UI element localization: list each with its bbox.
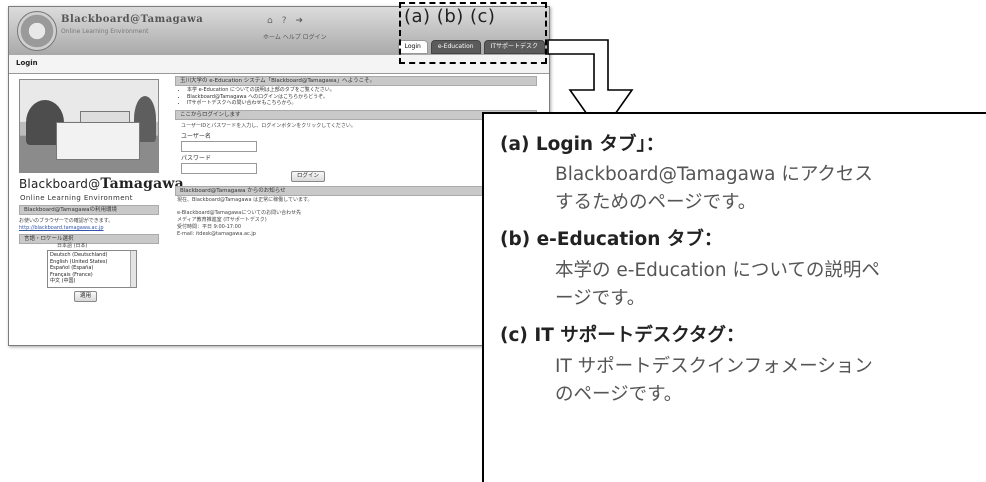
language-listbox[interactable]: Deutsch (Deutschland) English (United St… xyxy=(47,250,137,288)
login-button[interactable]: ログイン xyxy=(291,171,326,182)
callout-b-heading: (b) e-Education タブ： xyxy=(500,229,723,250)
env-note: お使いのブラウザーでの確認ができます。 xyxy=(19,218,114,224)
callout-b-text: ージです。 xyxy=(555,288,646,309)
username-label: ユーザー名 xyxy=(181,133,211,140)
help-icon[interactable]: ? xyxy=(282,16,287,26)
contact-email: E-mail: itdesk@tamagawa.ac.jp xyxy=(177,231,256,237)
home-icon[interactable]: ⌂ xyxy=(267,16,273,26)
password-label: パスワード xyxy=(181,155,212,162)
password-field[interactable] xyxy=(181,163,257,174)
language-option[interactable]: 中文 (中国) xyxy=(50,278,134,285)
callout-c-heading: (c) IT サポートデスクタグ： xyxy=(500,325,745,346)
site-brand: Blackboard@Tamagawa xyxy=(61,14,204,25)
language-bar: 言語・ロケール選択 xyxy=(19,234,159,244)
campus-photo xyxy=(19,79,159,173)
callout-b-text: 本学の e-Education についての説明ペ xyxy=(555,260,880,281)
welcome-bar: 玉川大学の e-Education システム「Blackboard@Tamaga… xyxy=(175,76,537,86)
blackboard-tamagawa-logo: Blackboard@Tamagawa xyxy=(19,176,184,192)
usage-env-bar: Blackboard@Tamagawaの利用環境 xyxy=(19,205,159,215)
top-icons: ⌂ ? ➜ xyxy=(267,16,303,26)
logo-subtitle: Online Learning Environment xyxy=(20,194,133,202)
callout-markers: (a) (b) (c) xyxy=(404,6,496,27)
username-field[interactable] xyxy=(181,141,257,152)
university-seal-logo xyxy=(17,11,57,51)
env-link[interactable]: http://blackboard.tamagawa.ac.jp xyxy=(19,225,104,232)
callout-a-heading: (a) Login タブ」： xyxy=(500,134,665,155)
list-item: ITサポートデスクへの問い合わせもこちらから。 xyxy=(187,100,335,107)
site-brand-subtitle: Online Learning Environment xyxy=(61,28,149,35)
callout-c-text: のページです。 xyxy=(555,384,683,405)
contact-line: e-Blackboard@Tamagawaについてのお問い合わせ先 xyxy=(177,210,302,216)
callout-a-text: Blackboard@Tamagawa にアクセス xyxy=(555,164,873,185)
login-intro: ユーザーIDとパスワードを入力し、ログインボタンをクリックしてください。 xyxy=(181,123,356,129)
page-title: Login xyxy=(16,59,38,67)
language-heading: 日本語 (日本) xyxy=(57,243,88,249)
apply-button[interactable]: 適用 xyxy=(74,291,98,302)
announcement-text: 現在、Blackboard@Tamagawa は正常に稼働しています。 xyxy=(177,197,313,203)
contact-line: メディア教育推進室 (ITサポートデスク) xyxy=(177,217,267,223)
contact-line: 受付時間：平日 9:00-17:00 xyxy=(177,224,242,230)
callout-a-text: するためのページです。 xyxy=(555,192,757,213)
top-links[interactable]: ホーム ヘルプ ログイン xyxy=(263,32,327,41)
language-scrollbar[interactable] xyxy=(130,251,136,287)
callout-c-text: IT サポートデスクインフォメーション xyxy=(555,356,873,377)
list-item: 本学 e-Education についての説明は上部のタブをご覧ください。 xyxy=(187,87,335,94)
login-icon[interactable]: ➜ xyxy=(296,16,304,26)
info-list: 本学 e-Education についての説明は上部のタブをご覧ください。 Bla… xyxy=(179,87,335,107)
